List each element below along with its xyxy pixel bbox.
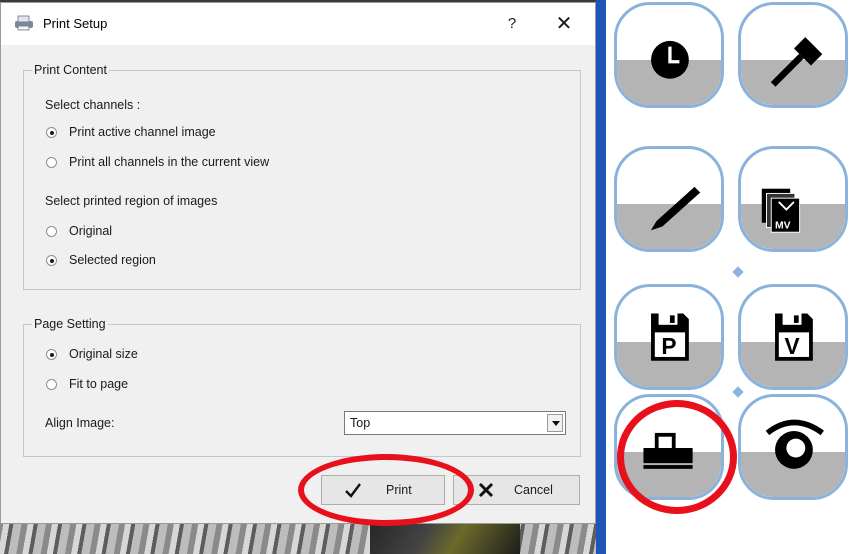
chevron-down-icon[interactable] xyxy=(547,414,563,432)
radio-print-active-channel[interactable] xyxy=(46,127,57,138)
hammer-icon xyxy=(770,37,823,87)
close-button[interactable]: ✕ xyxy=(549,9,579,39)
pen-button[interactable] xyxy=(614,146,724,252)
dialog-title: Print Setup xyxy=(43,16,108,31)
clock-button[interactable] xyxy=(614,2,724,108)
save-p-letter: P xyxy=(661,333,676,359)
save-v-button[interactable]: V xyxy=(738,284,848,390)
save-p-icon: P xyxy=(651,313,689,361)
save-p-button[interactable]: P xyxy=(614,284,724,390)
select-region-label: Select printed region of images xyxy=(45,194,218,208)
pen-icon xyxy=(651,186,701,231)
align-image-value: Top xyxy=(350,416,371,430)
radio-label-print-all-channels[interactable]: Print all channels in the current view xyxy=(69,155,269,169)
hammer-button[interactable] xyxy=(738,2,848,108)
radio-label-print-active-channel[interactable]: Print active channel image xyxy=(69,125,216,139)
clock-icon xyxy=(651,40,689,79)
radio-label-fit-to-page[interactable]: Fit to page xyxy=(69,377,128,391)
radio-print-all-channels[interactable] xyxy=(46,157,57,168)
connector-dot xyxy=(732,386,744,398)
page-setting-legend: Page Setting xyxy=(34,317,106,331)
eye-icon xyxy=(765,419,824,469)
multi-view-button[interactable]: MV xyxy=(738,146,848,252)
highlight-circle-printer xyxy=(617,400,737,514)
radio-selected-region[interactable] xyxy=(46,255,57,266)
eye-button[interactable] xyxy=(738,394,848,500)
printer-app-icon xyxy=(15,15,33,31)
radio-original[interactable] xyxy=(46,226,57,237)
radio-label-original[interactable]: Original xyxy=(69,224,112,238)
radio-label-original-size[interactable]: Original size xyxy=(69,347,138,361)
highlight-circle-print xyxy=(298,454,474,526)
multi-view-icon: MV xyxy=(761,188,801,233)
print-content-legend: Print Content xyxy=(34,63,107,77)
align-image-select[interactable]: Top xyxy=(344,411,566,435)
select-channels-label: Select channels : xyxy=(45,98,141,112)
mv-label: MV xyxy=(775,220,791,231)
background-window-border xyxy=(596,0,606,554)
radio-fit-to-page[interactable] xyxy=(46,379,57,390)
align-image-label: Align Image: xyxy=(45,416,115,430)
connector-dot xyxy=(732,266,744,278)
help-button[interactable]: ? xyxy=(497,9,527,39)
radio-label-selected-region[interactable]: Selected region xyxy=(69,253,156,267)
save-v-icon: V xyxy=(775,313,813,361)
cancel-button-label: Cancel xyxy=(514,483,553,497)
cancel-x-icon xyxy=(478,482,494,498)
title-bar: Print Setup ? ✕ xyxy=(1,3,595,45)
print-setup-dialog: Print Setup ? ✕ Print Content Select cha… xyxy=(0,2,596,524)
save-v-letter: V xyxy=(784,333,799,359)
radio-original-size[interactable] xyxy=(46,349,57,360)
